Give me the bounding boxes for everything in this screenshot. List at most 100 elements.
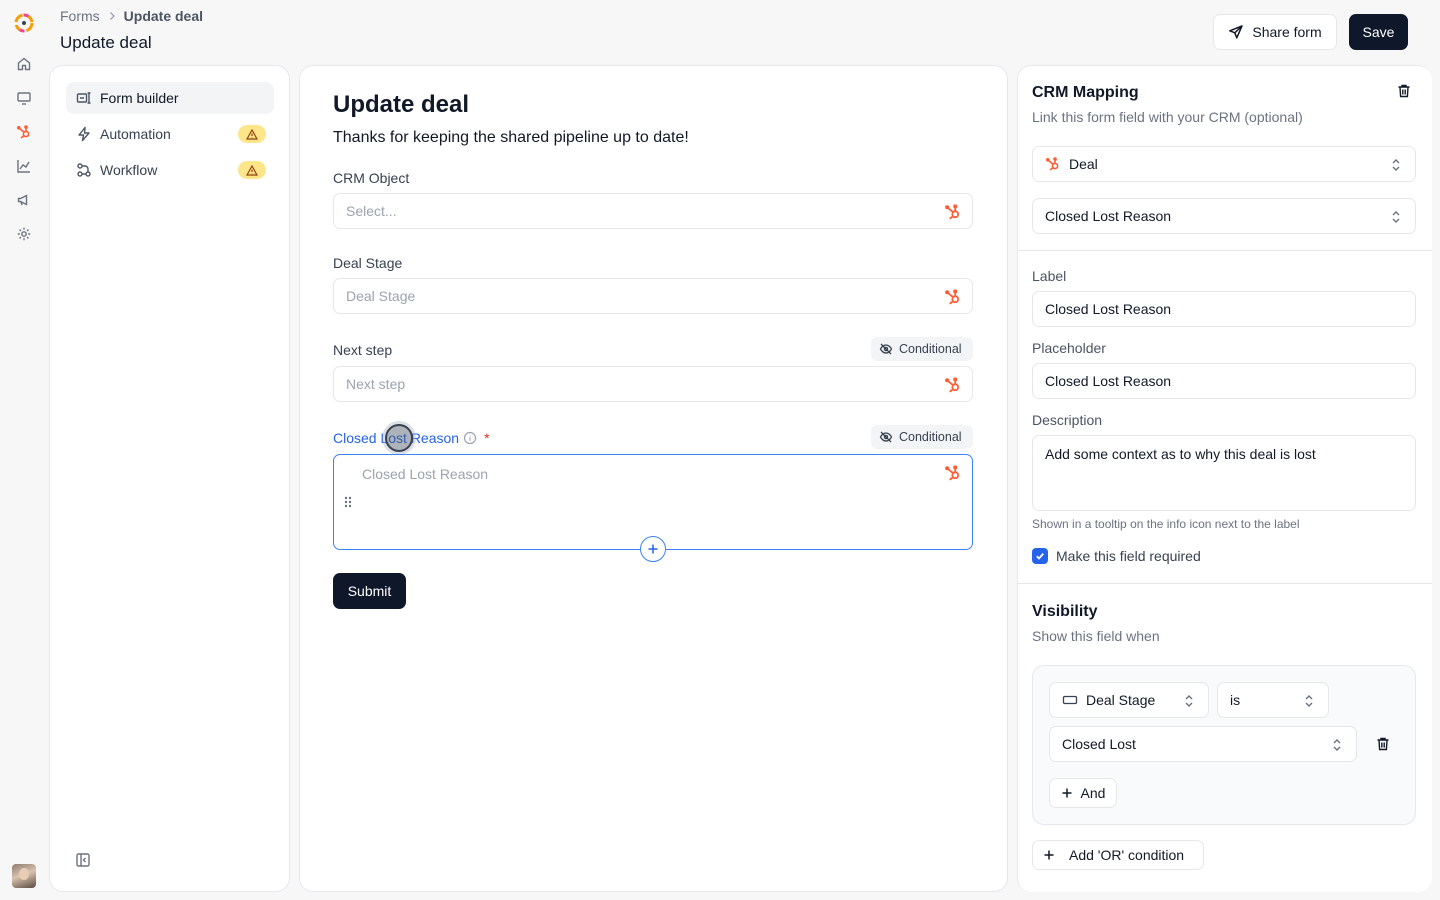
eye-off-icon (879, 343, 893, 355)
chevron-up-down-icon (1185, 695, 1193, 707)
plus-icon (1062, 788, 1072, 798)
trash-icon[interactable] (1396, 83, 1412, 99)
crm-object-field[interactable]: Select... (333, 193, 973, 229)
nav-item-workflow[interactable]: Workflow (66, 154, 274, 186)
hubspot-icon (945, 289, 960, 305)
label-input-value: Closed Lost Reason (1045, 301, 1172, 317)
condition-value-select[interactable]: Closed Lost (1049, 726, 1357, 762)
share-form-label: Share form (1252, 24, 1322, 40)
crm-object-select[interactable]: Deal (1032, 146, 1416, 182)
required-checkbox[interactable] (1032, 548, 1048, 564)
condition-field-value: Deal Stage (1086, 692, 1156, 708)
deal-stage-field[interactable]: Deal Stage (333, 278, 973, 314)
nav-item-label: Form builder (100, 90, 179, 106)
breadcrumb-current: Update deal (123, 8, 204, 24)
label-title: Label (1032, 268, 1067, 284)
form-subtitle[interactable]: Thanks for keeping the shared pipeline u… (333, 129, 689, 147)
app-rail (0, 0, 48, 900)
crm-mapping-title: CRM Mapping (1032, 84, 1139, 101)
conditional-label: Conditional (899, 430, 962, 444)
field-placeholder: Select... (346, 203, 397, 219)
drag-handle-icon[interactable] (343, 495, 353, 509)
warning-icon (246, 164, 258, 176)
collapse-sidebar-icon[interactable] (75, 852, 91, 868)
chevron-up-down-icon (1392, 159, 1400, 171)
pointer-cursor (385, 424, 413, 452)
divider (1018, 250, 1432, 251)
check-icon (1036, 552, 1044, 560)
hubspot-icon (945, 377, 960, 393)
form-canvas: Update deal Thanks for keeping the share… (299, 65, 1008, 892)
required-label: Make this field required (1056, 548, 1201, 564)
hubspot-icon (945, 465, 960, 481)
save-button[interactable]: Save (1349, 14, 1408, 50)
visibility-subtitle: Show this field when (1032, 628, 1160, 644)
chevron-right-icon (109, 12, 115, 20)
warning-icon (246, 128, 258, 140)
chevron-up-down-icon (1333, 739, 1341, 751)
form-title[interactable]: Update deal (333, 91, 469, 119)
field-properties-panel: CRM Mapping Link this form field with yo… (1017, 65, 1432, 892)
next-step-field[interactable]: Next step (333, 366, 973, 402)
chevron-up-down-icon (1305, 695, 1313, 707)
hubspot-icon (945, 204, 960, 220)
field-placeholder: Next step (346, 376, 406, 392)
field-placeholder: Closed Lost Reason (362, 466, 489, 482)
warning-badge (238, 125, 266, 143)
condition-operator-select[interactable]: is (1217, 682, 1329, 718)
and-label: And (1080, 785, 1106, 801)
megaphone-icon[interactable] (16, 192, 32, 208)
plus-icon (648, 544, 658, 554)
label-input[interactable]: Closed Lost Reason (1032, 291, 1416, 327)
conditional-badge: Conditional (871, 337, 973, 361)
crm-mapping-subtitle: Link this form field with your CRM (opti… (1032, 109, 1303, 125)
crm-property-value: Closed Lost Reason (1045, 208, 1172, 224)
condition-value: Closed Lost (1062, 736, 1136, 752)
share-form-button[interactable]: Share form (1213, 14, 1337, 50)
field-placeholder: Deal Stage (346, 288, 416, 304)
workflow-icon (77, 163, 91, 177)
user-avatar[interactable] (12, 864, 36, 888)
settings-icon[interactable] (16, 226, 32, 242)
plus-icon (1044, 850, 1054, 860)
submit-button[interactable]: Submit (333, 573, 406, 609)
builder-nav-panel: Form builder Automation Workflow (49, 65, 290, 892)
warning-badge (238, 161, 266, 179)
breadcrumb-root[interactable]: Forms (60, 8, 100, 24)
page-title: Update deal (60, 33, 152, 52)
add-and-condition-button[interactable]: And (1049, 778, 1117, 808)
divider (1018, 583, 1432, 584)
info-icon[interactable] (463, 431, 477, 445)
monitor-icon[interactable] (16, 90, 32, 106)
add-field-button[interactable] (640, 536, 666, 562)
add-or-condition-button[interactable]: Add 'OR' condition (1032, 840, 1204, 870)
conditional-badge: Conditional (871, 425, 973, 449)
trash-icon[interactable] (1375, 736, 1391, 752)
nav-item-form-builder[interactable]: Form builder (66, 82, 274, 114)
placeholder-input[interactable]: Closed Lost Reason (1032, 363, 1416, 399)
crm-object-value: Deal (1069, 156, 1098, 172)
condition-operator-value: is (1230, 692, 1241, 708)
home-icon[interactable] (16, 56, 32, 72)
description-hint: Shown in a tooltip on the info icon next… (1032, 517, 1300, 531)
nav-item-automation[interactable]: Automation (66, 118, 274, 150)
condition-field-select[interactable]: Deal Stage (1049, 682, 1209, 718)
send-icon (1229, 25, 1244, 39)
chevron-up-down-icon (1392, 211, 1400, 223)
form-builder-icon (76, 92, 91, 104)
eye-off-icon (879, 431, 893, 443)
input-field-icon (1062, 695, 1078, 705)
crm-property-select[interactable]: Closed Lost Reason (1032, 198, 1416, 234)
conditional-label: Conditional (899, 342, 962, 356)
required-mark: * (484, 430, 490, 446)
chart-icon[interactable] (16, 158, 32, 174)
field-label-deal-stage: Deal Stage (333, 255, 403, 271)
required-checkbox-row[interactable]: Make this field required (1032, 548, 1201, 564)
hubspot-icon[interactable] (16, 124, 32, 140)
app-logo-icon[interactable] (13, 12, 35, 34)
breadcrumb: Forms Update deal (60, 8, 203, 24)
description-textarea[interactable]: Add some context as to why this deal is … (1032, 435, 1416, 511)
field-label-next-step: Next step (333, 342, 393, 358)
visibility-title: Visibility (1032, 603, 1098, 620)
visibility-condition-group: Deal Stage is Closed Lost And (1032, 665, 1416, 825)
